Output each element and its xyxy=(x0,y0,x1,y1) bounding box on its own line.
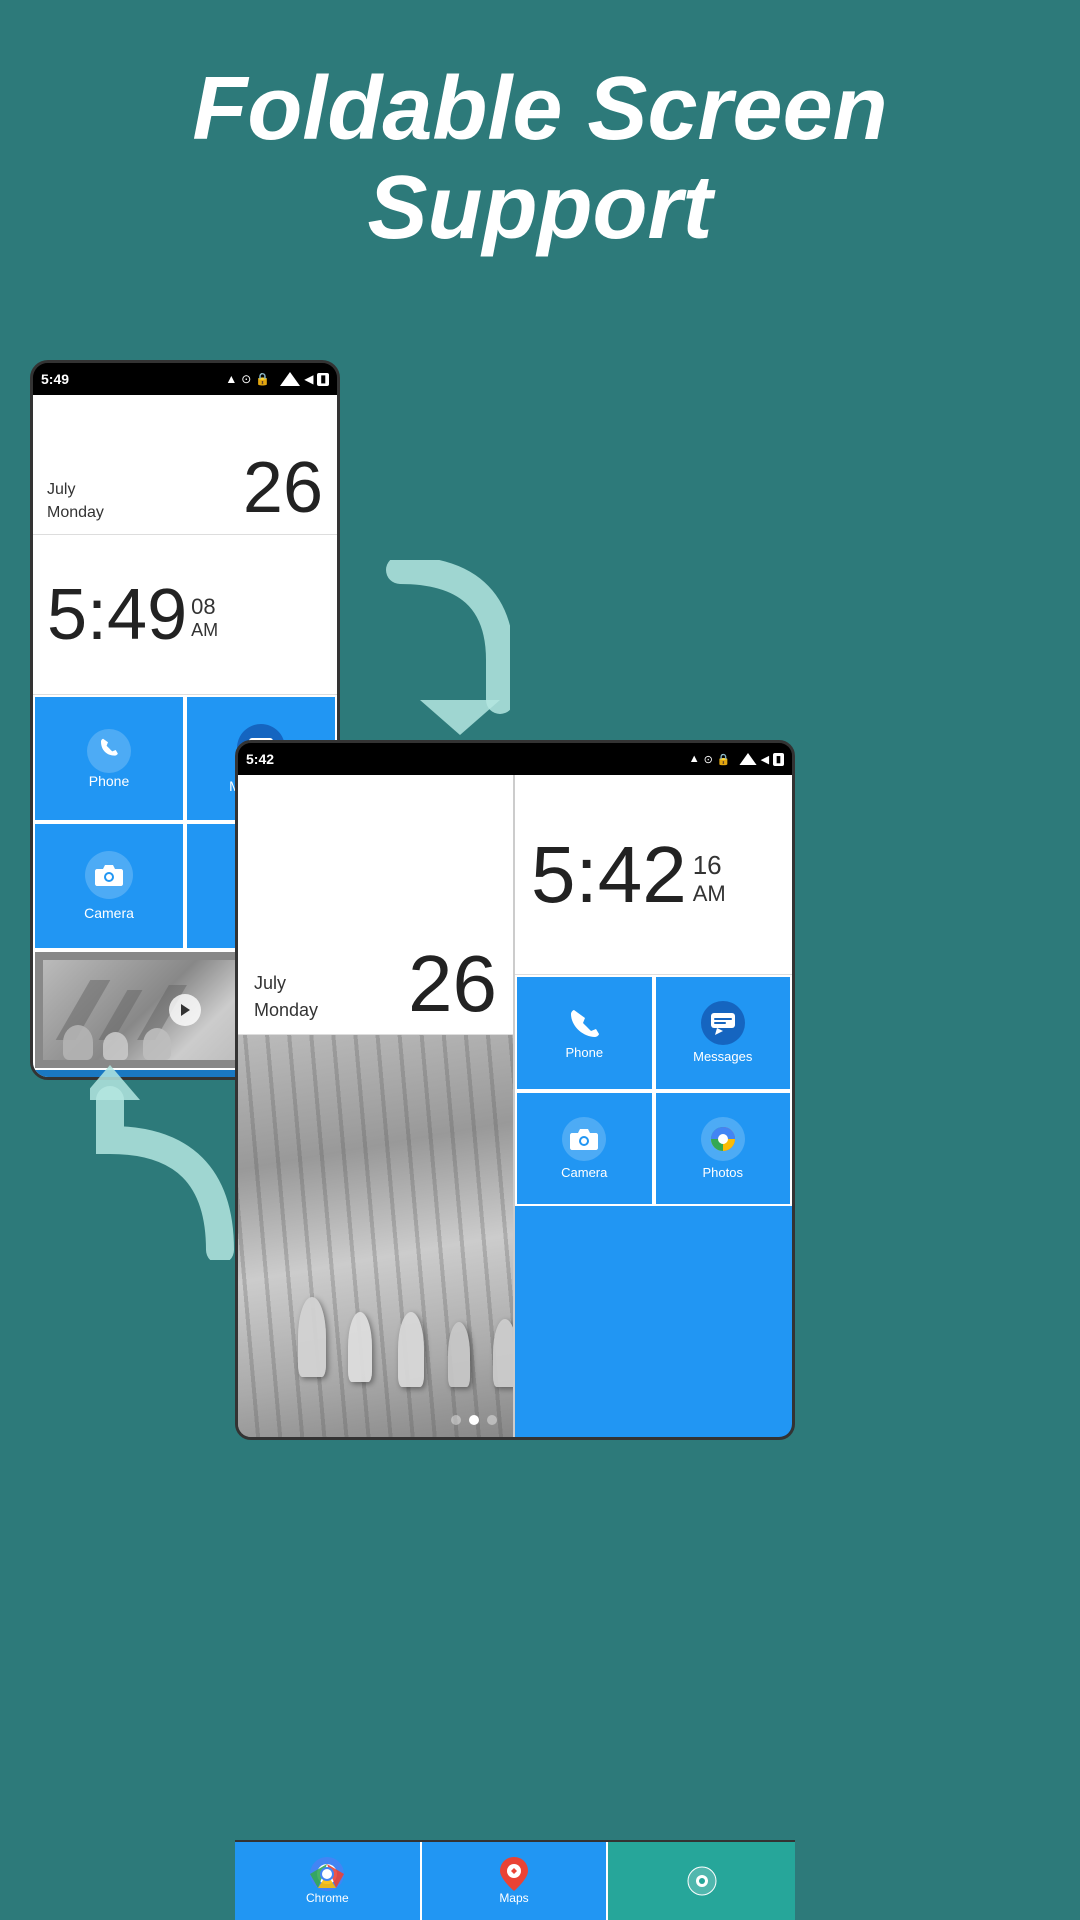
phone-clock-details: 08 AM xyxy=(191,594,218,641)
phone-clock-time: 5:49 xyxy=(47,579,187,651)
tablet-app-phone-label: Phone xyxy=(565,1045,603,1060)
tablet-clock-details: 16 AM xyxy=(693,850,726,907)
arrow-down-icon xyxy=(370,560,510,740)
tablet-app-messages[interactable]: Messages xyxy=(654,975,793,1091)
tablet-app-messages-label: Messages xyxy=(693,1049,752,1064)
tablet-chess-photo xyxy=(238,1035,513,1437)
tablet-status-bar: 5:42 ▲ ⊙ 🔒 ◀ ▮ xyxy=(238,743,792,775)
phone-clock-seconds: 08 xyxy=(191,594,218,620)
phone-status-icons: ▲ ⊙ 🔒 ◀ ▮ xyxy=(225,372,329,386)
phone-app-phone-label: Phone xyxy=(89,773,129,789)
tablet-left-column: July Monday 26 xyxy=(238,775,515,1437)
phone-app-camera-label: Camera xyxy=(84,905,134,921)
phone-app-phone[interactable]: Phone xyxy=(33,695,185,822)
phone-app-camera[interactable]: Camera xyxy=(33,822,185,949)
phone-status-time: 5:49 xyxy=(41,371,69,387)
tablet-app-phone[interactable]: Phone xyxy=(515,975,654,1091)
tablet-app-photos-label: Photos xyxy=(703,1165,743,1180)
tablet-status-icons: ▲ ⊙ 🔒 ◀ ▮ xyxy=(689,753,784,766)
tablet-calendar-widget: July Monday 26 xyxy=(238,775,513,1035)
tablet-bottom-bar: Chrome Maps xyxy=(235,1840,795,1920)
tablet-clock-seconds: 16 xyxy=(693,850,726,881)
tablet-bottom-chrome-label: Chrome xyxy=(306,1891,349,1905)
phone-status-bar: 5:49 ▲ ⊙ 🔒 ◀ ▮ xyxy=(33,363,337,395)
tablet-bottom-maps[interactable]: Maps xyxy=(422,1842,609,1920)
tablet-large-mockup: 5:42 ▲ ⊙ 🔒 ◀ ▮ July Monday 26 xyxy=(235,740,795,1440)
tablet-app-camera[interactable]: Camera xyxy=(515,1091,654,1207)
tablet-clock-ampm: AM xyxy=(693,881,726,907)
tablet-screen-grid: July Monday 26 xyxy=(238,775,792,1437)
phone-clock-ampm: AM xyxy=(191,620,218,641)
tablet-bottom-maps-label: Maps xyxy=(499,1891,528,1905)
tablet-app-grid: Phone Messages xyxy=(515,975,792,1437)
phone-calendar-date: 26 xyxy=(243,452,323,524)
phone-calendar-month-day: July Monday xyxy=(47,479,104,524)
arrow-up-icon xyxy=(90,1060,250,1260)
tablet-right-column: 5:42 16 AM Phone xyxy=(515,775,792,1437)
tablet-bottom-chrome[interactable]: Chrome xyxy=(235,1842,422,1920)
chess-photo-large xyxy=(238,1035,513,1437)
tablet-calendar-month-day: July Monday xyxy=(254,970,318,1024)
phone-calendar-widget: July Monday 26 xyxy=(33,395,337,535)
phone-clock-widget: 5:49 08 AM xyxy=(33,535,337,695)
tablet-app-photos[interactable]: Photos xyxy=(654,1091,793,1207)
tablet-clock-widget: 5:42 16 AM xyxy=(515,775,792,975)
tablet-bottom-music[interactable] xyxy=(608,1842,795,1920)
tablet-calendar-date: 26 xyxy=(408,944,497,1024)
tablet-status-time: 5:42 xyxy=(246,751,274,767)
tablet-app-camera-label: Camera xyxy=(561,1165,607,1180)
tablet-clock-time: 5:42 xyxy=(531,835,687,915)
page-title: Foldable Screen Support xyxy=(0,0,1080,298)
